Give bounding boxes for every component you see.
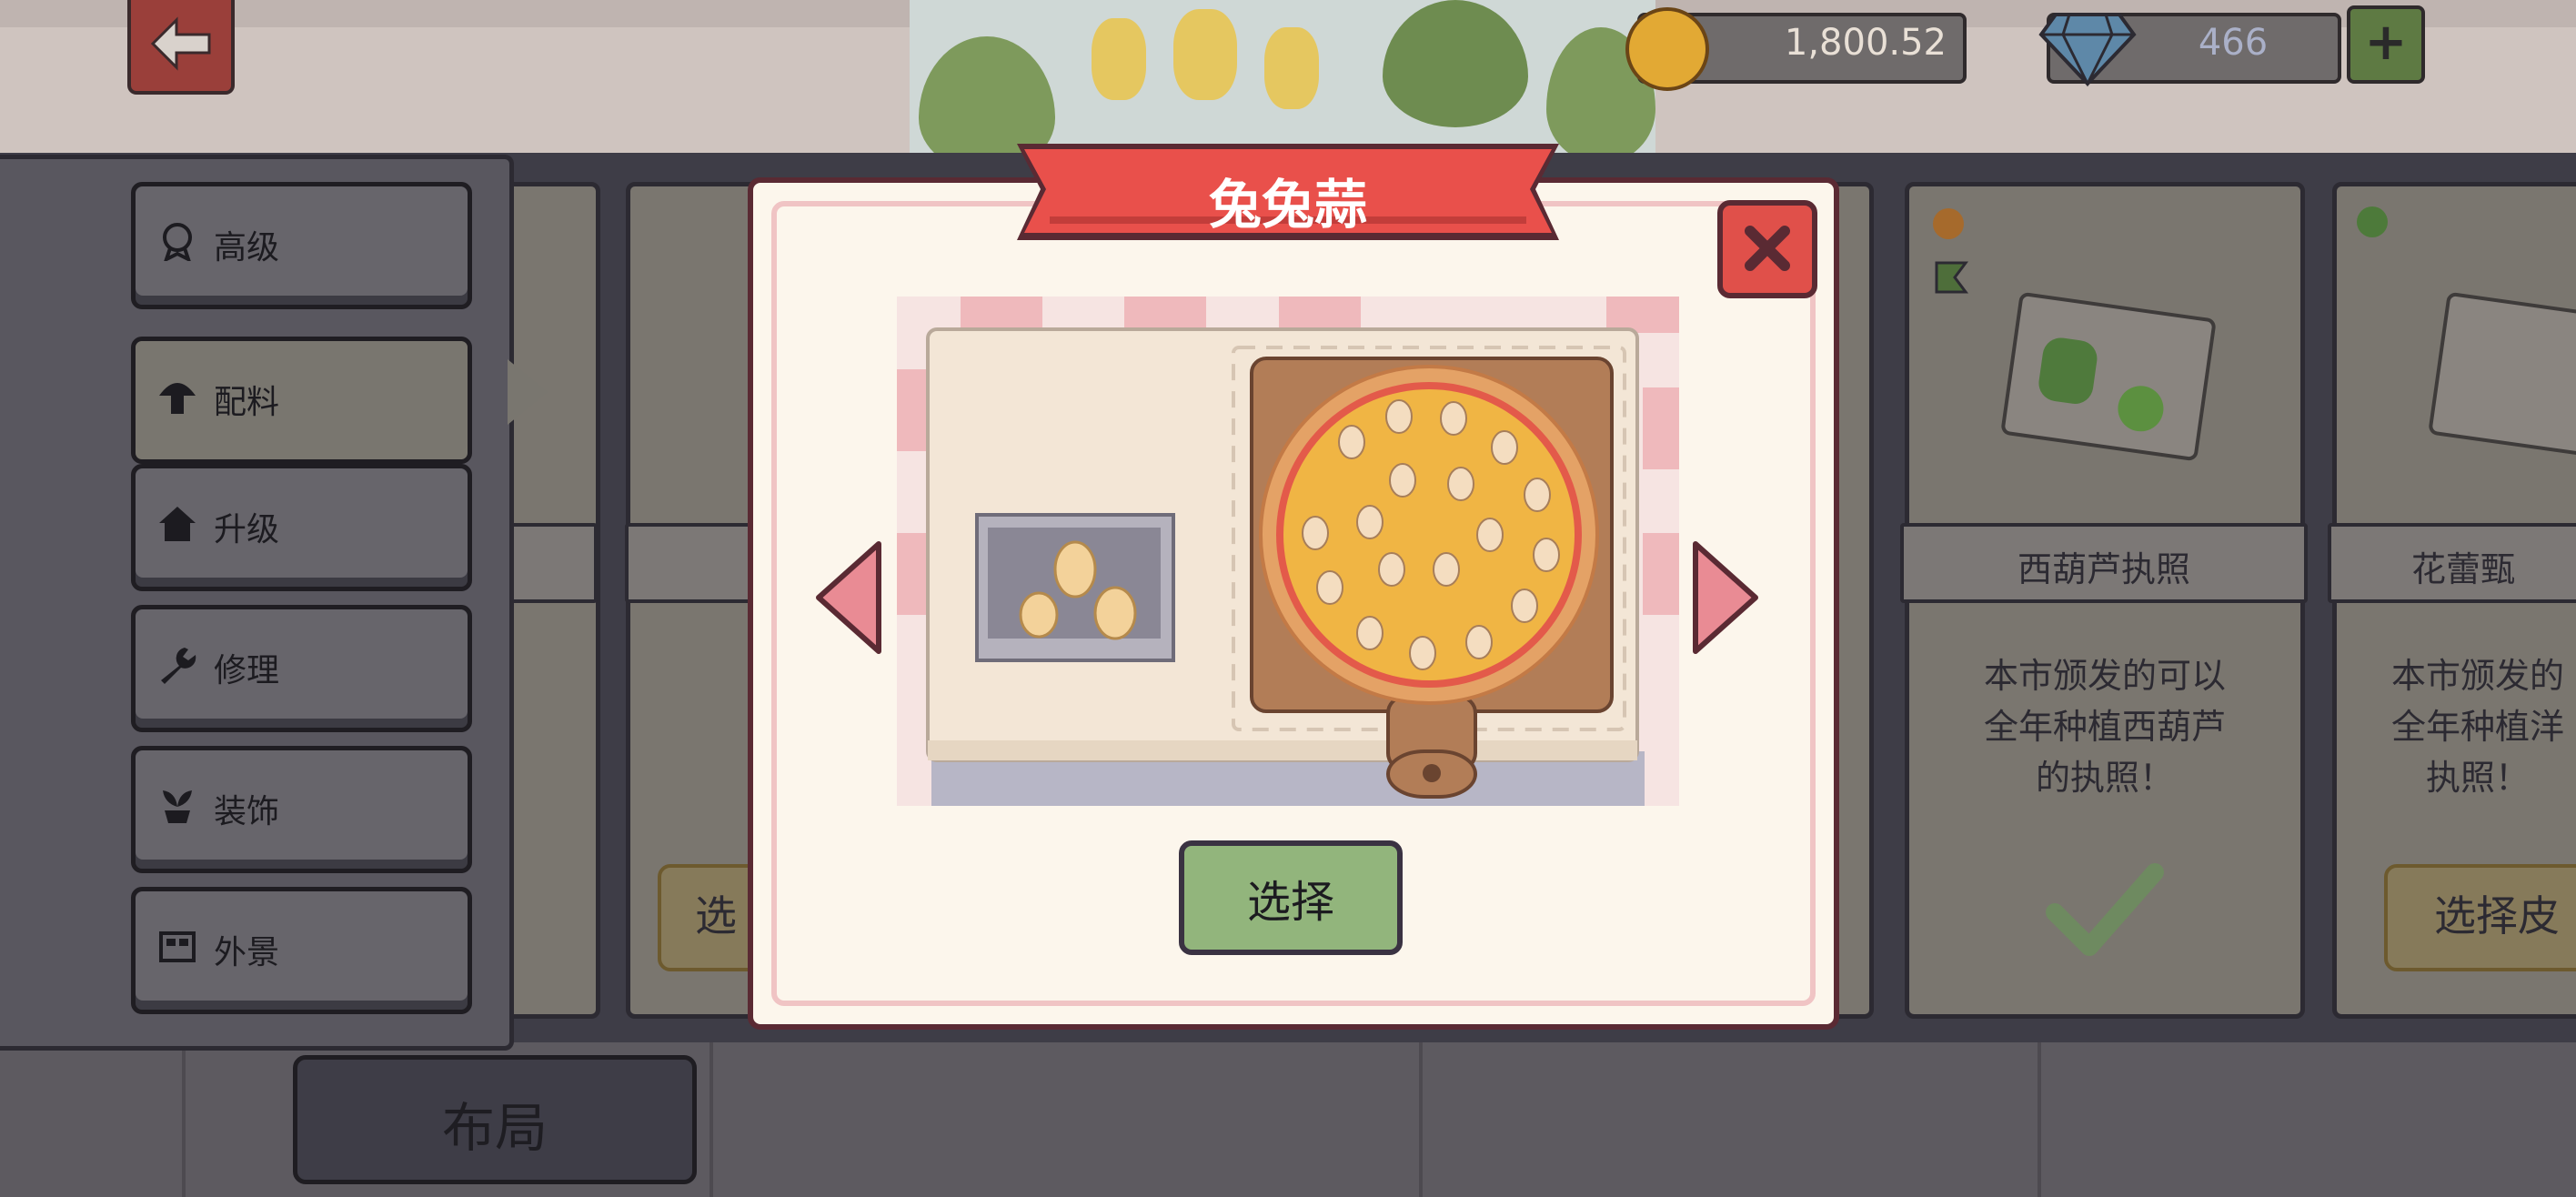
modal-title: 兔兔蒜: [1208, 174, 1367, 236]
broccoli-icon: [2357, 206, 2388, 237]
shop-card-broccoli-license[interactable]: 花蕾甄 本市颁发的 全年种植洋 执照！ 选择皮: [2328, 182, 2576, 1019]
layout-button[interactable]: 布局: [293, 1055, 697, 1184]
wrench-icon: [161, 648, 196, 684]
medal-icon: [163, 223, 192, 261]
shop-card-partial-2[interactable]: 选: [625, 182, 774, 1019]
house-icon: [159, 507, 196, 541]
license-image: [2428, 291, 2576, 462]
close-icon: [1745, 226, 1790, 271]
acorn-icon: [1933, 208, 1964, 239]
layout-button-label: 布局: [441, 1097, 548, 1159]
sidebar-item-upgrades[interactable]: 升级: [131, 464, 472, 591]
arrow-left-icon: [150, 16, 211, 71]
sidebar-item-toppings[interactable]: 配料: [131, 337, 472, 464]
storefront-icon: [159, 931, 196, 962]
card-description: 本市颁发的 全年种植洋 执照！: [2390, 656, 2564, 798]
coin-icon: [1625, 7, 1709, 91]
sidebar-item-label: 高级: [214, 229, 280, 267]
add-gems-button[interactable]: +: [2347, 5, 2425, 84]
sidebar-item-exterior[interactable]: 外景: [131, 887, 472, 1014]
skin-preview-image: [897, 297, 1679, 806]
diamond-icon: [2038, 13, 2137, 87]
card-title: 花蕾甄: [2410, 549, 2515, 589]
shop-card-zucchini-license[interactable]: 西葫芦执照 本市颁发的可以 全年种植西葫芦 的执照！: [1900, 182, 2308, 1019]
mushroom-icon: [159, 383, 196, 414]
checkmark-icon: [2046, 863, 2164, 956]
license-image: [2000, 291, 2217, 462]
plant-icon: [163, 790, 192, 823]
sidebar-item-repair[interactable]: 修理: [131, 605, 472, 732]
close-button[interactable]: [1717, 200, 1817, 298]
sidebar-item-label: 修理: [214, 652, 280, 689]
flag-icon: [1935, 261, 1968, 294]
select-skin-button[interactable]: 选择皮: [2384, 864, 2576, 971]
coin-amount: 1,800.52: [1784, 22, 1947, 64]
previous-arrow-button[interactable]: [811, 538, 888, 657]
card-title: 西葫芦执照: [2017, 549, 2190, 589]
sidebar-item-decor[interactable]: 装饰: [131, 746, 472, 873]
select-button-label: 选择: [1246, 877, 1334, 928]
plant-decoration: [910, 0, 1655, 173]
card-description: 本市颁发的可以 全年种植西葫芦 的执照！: [1983, 656, 2226, 798]
sidebar-item-premium[interactable]: 高级: [131, 182, 472, 309]
next-arrow-button[interactable]: [1686, 538, 1763, 657]
active-category-pointer: [508, 359, 548, 425]
sidebar-item-label: 配料: [214, 384, 280, 421]
sidebar-item-label: 装饰: [214, 793, 280, 830]
sidebar-item-label: 升级: [214, 511, 280, 548]
select-button[interactable]: 选择: [1179, 840, 1403, 955]
sidebar-item-label: 外景: [214, 934, 280, 971]
gem-amount: 466: [2198, 22, 2269, 64]
back-button[interactable]: [127, 0, 235, 95]
